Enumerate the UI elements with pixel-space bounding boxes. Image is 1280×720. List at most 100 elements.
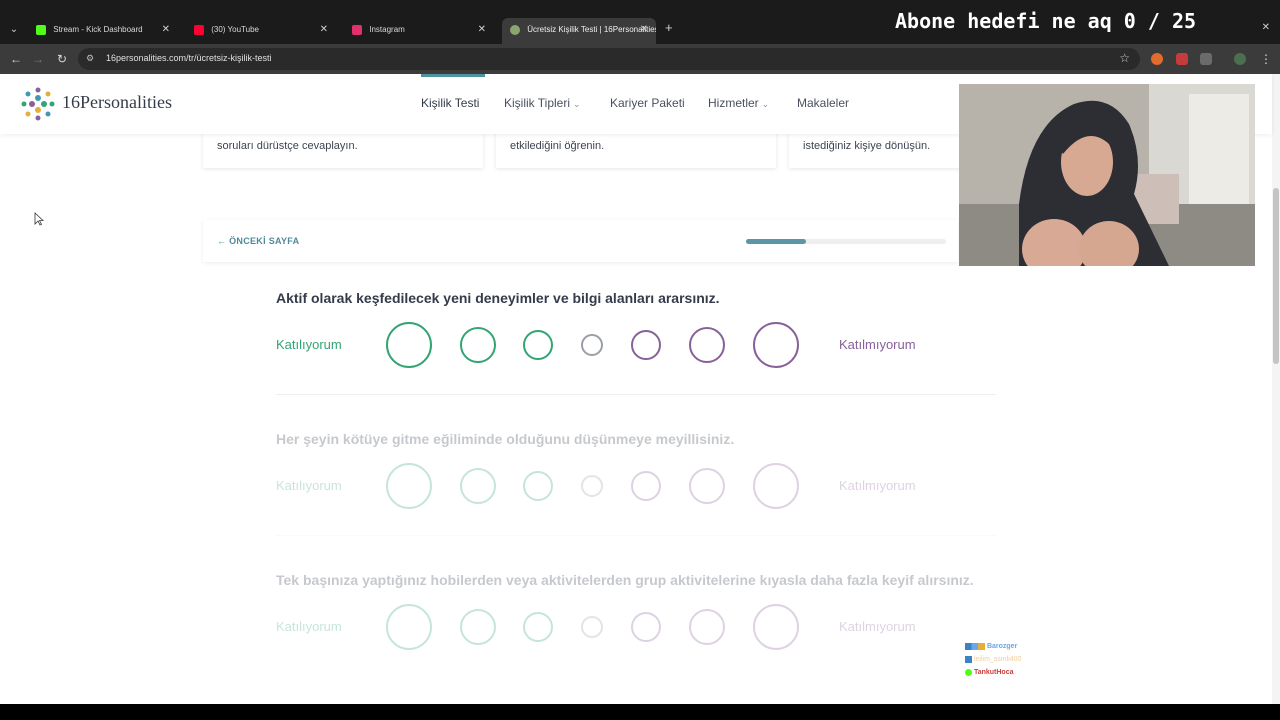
previous-page-link[interactable]: ← ÖNCEKİ SAYFA — [217, 236, 299, 246]
answer-option-strongly-disagree[interactable] — [753, 463, 799, 509]
question-block: Her şeyin kötüye gitme eğiliminde olduğu… — [276, 431, 996, 541]
window-close-icon[interactable]: ✕ — [1262, 22, 1270, 33]
answer-option-agree[interactable] — [460, 327, 496, 363]
question-divider — [276, 535, 996, 536]
webcam-image — [959, 84, 1255, 266]
url-text[interactable]: 16personalities.com/tr/ücretsiz-kişilik-… — [106, 53, 272, 63]
answer-option-agree[interactable] — [460, 609, 496, 645]
answer-option-slightly-disagree[interactable] — [631, 612, 661, 642]
extension-icon[interactable] — [1176, 53, 1188, 65]
answer-option-disagree[interactable] — [689, 468, 725, 504]
nav-label: Makaleler — [797, 96, 850, 110]
address-bar[interactable]: ⚙ 16personalities.com/tr/ücretsiz-kişili… — [78, 48, 1140, 70]
extensions-puzzle-icon[interactable] — [1200, 53, 1212, 65]
tab-youtube[interactable]: (30) YouTube ✕ — [186, 18, 336, 44]
question-divider — [276, 394, 996, 395]
back-icon[interactable]: ← — [8, 51, 24, 67]
tab-label: Ücretsiz Kişilik Testi | 16Personalities — [527, 25, 656, 34]
chat-username: leilim_ssmli400 — [973, 656, 1022, 663]
chat-message: TankutHoca — [965, 666, 1265, 679]
info-card-text: soruları dürüstçe cevaplayın. — [217, 140, 358, 152]
disagree-label: Katılmıyorum — [839, 337, 916, 352]
answer-option-agree[interactable] — [460, 468, 496, 504]
nav-hizmetler[interactable]: Hizmetler ⌄ — [708, 96, 769, 110]
chat-message: Barozger — [965, 640, 1265, 653]
chat-username: Barozger — [986, 643, 1018, 650]
tab-label: Stream - Kick Dashboard — [53, 25, 143, 34]
nav-kariyer-paketi[interactable]: Kariyer Paketi — [610, 96, 685, 110]
answer-option-strongly-agree[interactable] — [386, 322, 432, 368]
close-icon[interactable]: ✕ — [320, 18, 328, 42]
bottom-bar — [0, 704, 1280, 720]
chat-badge-icon — [965, 642, 985, 650]
logo-text[interactable]: 16Personalities — [62, 92, 172, 113]
nav-label: Hizmetler — [708, 96, 759, 110]
close-icon[interactable]: ✕ — [640, 18, 648, 42]
answer-option-strongly-disagree[interactable] — [753, 604, 799, 650]
answer-option-slightly-disagree[interactable] — [631, 330, 661, 360]
screen: ⌄ Stream - Kick Dashboard ✕ (30) YouTube… — [0, 0, 1280, 720]
answer-option-neutral[interactable] — [581, 616, 603, 638]
question-text: Aktif olarak keşfedilecek yeni deneyimle… — [276, 290, 720, 306]
tab-label: Instagram — [369, 25, 405, 34]
close-icon[interactable]: ✕ — [162, 18, 170, 42]
extension-icon[interactable] — [1151, 53, 1163, 65]
chevron-down-icon: ⌄ — [573, 99, 581, 109]
nav-makaleler[interactable]: Makaleler — [797, 96, 849, 110]
question-block: Tek başınıza yaptığınız hobilerden veya … — [276, 572, 996, 682]
test-navigation-bar: ← ÖNCEKİ SAYFA — [203, 220, 958, 262]
answer-option-disagree[interactable] — [689, 609, 725, 645]
test-progress-bar — [746, 239, 946, 244]
new-tab-icon[interactable]: + — [665, 20, 673, 35]
chat-badge-icon — [965, 655, 972, 663]
answer-option-neutral[interactable] — [581, 334, 603, 356]
disagree-label: Katılmıyorum — [839, 619, 916, 634]
scrollbar-thumb[interactable] — [1273, 188, 1279, 364]
question-block: Aktif olarak keşfedilecek yeni deneyimle… — [276, 290, 996, 400]
tab-instagram[interactable]: Instagram ✕ — [344, 18, 494, 44]
profile-avatar[interactable] — [1234, 53, 1246, 65]
agree-label: Katılıyorum — [276, 478, 342, 493]
answer-option-disagree[interactable] — [689, 327, 725, 363]
disagree-label: Katılmıyorum — [839, 478, 916, 493]
nav-label: Kişilik Tipleri — [504, 96, 571, 110]
nav-kisilik-tipleri[interactable]: Kişilik Tipleri ⌄ — [504, 96, 581, 110]
page-scrollbar[interactable] — [1272, 74, 1280, 704]
forward-icon[interactable]: → — [30, 51, 46, 67]
active-nav-indicator — [421, 74, 485, 77]
answer-option-slightly-agree[interactable] — [523, 471, 553, 501]
question-text: Tek başınıza yaptığınız hobilerden veya … — [276, 572, 974, 588]
kick-icon — [36, 25, 46, 35]
webcam-overlay — [959, 84, 1255, 266]
answer-option-neutral[interactable] — [581, 475, 603, 497]
nav-label: Kişilik Testi — [421, 96, 480, 110]
answer-option-strongly-disagree[interactable] — [753, 322, 799, 368]
agree-label: Katılıyorum — [276, 337, 342, 352]
stream-chat-overlay: Barozger leilim_ssmli400 TankutHoca — [965, 640, 1265, 679]
nav-label: Kariyer Paketi — [610, 96, 685, 110]
chevron-down-icon: ⌄ — [761, 99, 770, 109]
16personalities-logo-icon[interactable] — [20, 86, 56, 122]
answer-option-strongly-agree[interactable] — [386, 463, 432, 509]
browser-toolbar: ← → ↻ ⚙ 16personalities.com/tr/ücretsiz-… — [0, 44, 1280, 74]
tab-kick-dashboard[interactable]: Stream - Kick Dashboard ✕ — [28, 18, 178, 44]
nav-kisilik-testi[interactable]: Kişilik Testi — [421, 96, 479, 110]
site-info-icon[interactable]: ⚙ — [86, 53, 94, 64]
bookmark-star-icon[interactable]: ☆ — [1119, 51, 1130, 65]
answer-option-slightly-agree[interactable] — [523, 612, 553, 642]
info-card-text: etkilediğini öğrenin. — [510, 140, 605, 152]
chat-username: TankutHoca — [973, 669, 1014, 676]
answer-option-slightly-disagree[interactable] — [631, 471, 661, 501]
tab-label: (30) YouTube — [211, 25, 259, 34]
instagram-icon — [352, 25, 362, 35]
reload-icon[interactable]: ↻ — [54, 51, 70, 67]
16personalities-icon — [510, 25, 520, 35]
close-icon[interactable]: ✕ — [478, 18, 486, 42]
question-text: Her şeyin kötüye gitme eğiliminde olduğu… — [276, 431, 735, 447]
tab-search-icon[interactable]: ⌄ — [6, 22, 22, 38]
answer-option-slightly-agree[interactable] — [523, 330, 553, 360]
answer-option-strongly-agree[interactable] — [386, 604, 432, 650]
browser-menu-icon[interactable]: ⋮ — [1258, 51, 1274, 67]
chat-message: leilim_ssmli400 — [965, 653, 1265, 666]
tab-16personalities[interactable]: Ücretsiz Kişilik Testi | 16Personalities… — [502, 18, 656, 44]
